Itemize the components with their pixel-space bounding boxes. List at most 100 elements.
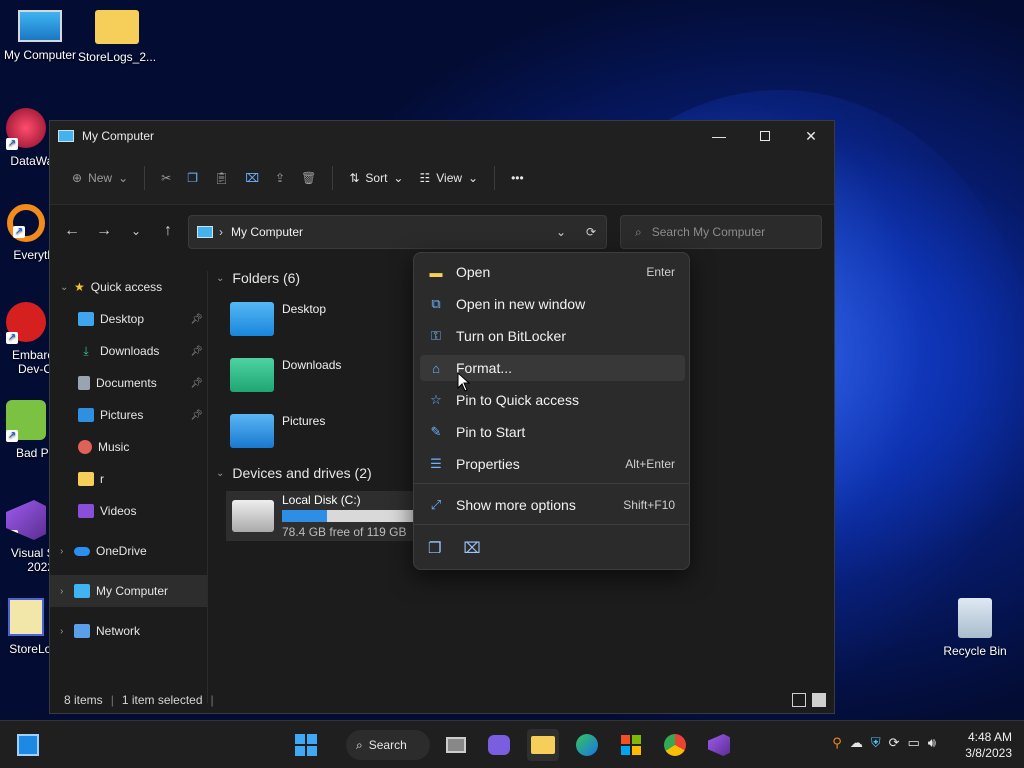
refresh-button[interactable]: ⟳ bbox=[586, 225, 596, 239]
store-icon bbox=[621, 735, 641, 755]
menu-item-open-new-window[interactable]: ⧉ Open in new window bbox=[420, 291, 685, 317]
window-title: My Computer bbox=[82, 129, 155, 143]
recent-locations-button[interactable]: ⌄ bbox=[120, 224, 152, 238]
store-taskbar-button[interactable] bbox=[615, 729, 647, 761]
folder-tile-pictures[interactable]: Pictures bbox=[230, 414, 325, 448]
chat-icon bbox=[488, 735, 510, 755]
edge-taskbar-button[interactable] bbox=[571, 729, 603, 761]
maximize-button[interactable] bbox=[742, 121, 788, 151]
sidebar-item-videos[interactable]: Videos bbox=[50, 495, 207, 527]
sidebar-item-documents[interactable]: Documents 📌︎ bbox=[50, 367, 207, 399]
navigation-pane: ⌄ ★ Quick access Desktop 📌︎ ⤓ Downloads … bbox=[50, 271, 208, 703]
folder-label: Downloads bbox=[282, 358, 342, 372]
download-icon: ⤓ bbox=[83, 344, 89, 358]
menu-item-shortcut: Alt+Enter bbox=[625, 457, 675, 471]
menu-item-label: Turn on BitLocker bbox=[456, 328, 566, 344]
rename-icon[interactable]: ⌧ bbox=[463, 539, 480, 557]
file-explorer-taskbar-button[interactable] bbox=[527, 729, 559, 761]
breadcrumb[interactable]: My Computer bbox=[231, 225, 303, 239]
teams-chat-button[interactable] bbox=[483, 729, 515, 761]
view-button[interactable]: ☷ View ⌄ bbox=[411, 162, 486, 194]
pin-icon: 📌︎ bbox=[190, 313, 203, 325]
see-more-button[interactable]: ••• bbox=[503, 162, 532, 194]
taskbar-search-button[interactable]: ⌕ Search bbox=[346, 730, 430, 760]
desktop-folder-icon bbox=[78, 312, 94, 326]
security-shield-icon[interactable]: ⛨ bbox=[871, 735, 881, 751]
menu-divider bbox=[414, 483, 689, 484]
videos-icon bbox=[78, 504, 94, 518]
sync-icon[interactable]: ⟳ bbox=[889, 735, 900, 751]
menu-item-properties[interactable]: ☰ Properties Alt+Enter bbox=[420, 451, 685, 477]
sidebar-item-desktop[interactable]: Desktop 📌︎ bbox=[50, 303, 207, 335]
sidebar-item-pictures[interactable]: Pictures 📌︎ bbox=[50, 399, 207, 431]
toolbar-divider bbox=[494, 165, 496, 190]
widgets-icon bbox=[17, 734, 39, 756]
network-icon[interactable]: ▭ bbox=[908, 735, 920, 751]
chrome-taskbar-button[interactable] bbox=[659, 729, 691, 761]
trash-icon: 🗑︎ bbox=[301, 170, 317, 185]
copy-button[interactable]: ❐ bbox=[179, 162, 206, 194]
drive-tile-local-disk[interactable]: Local Disk (C:) 78.4 GB free of 119 GB bbox=[226, 491, 416, 541]
folder-tile-desktop[interactable]: Desktop bbox=[230, 302, 326, 336]
desktop-icon-my-computer[interactable]: My Computer bbox=[0, 10, 80, 62]
folder-tile-downloads[interactable]: Downloads bbox=[230, 358, 341, 392]
sidebar-item-onedrive[interactable]: › OneDrive bbox=[50, 535, 207, 567]
desktop-icon-storelogs[interactable]: StoreLogs_2... bbox=[77, 10, 157, 64]
widgets-button[interactable] bbox=[12, 729, 44, 761]
sidebar-item-network[interactable]: › Network bbox=[50, 615, 207, 647]
minimize-button[interactable]: — bbox=[696, 121, 742, 151]
task-view-button[interactable] bbox=[440, 729, 472, 761]
menu-item-bitlocker[interactable]: ⚿ Turn on BitLocker bbox=[420, 323, 685, 349]
drives-group-header[interactable]: ⌄ Devices and drives (2) bbox=[216, 465, 372, 481]
folders-group-header[interactable]: ⌄ Folders (6) bbox=[216, 270, 300, 286]
volume-icon[interactable]: 🔊︎ bbox=[928, 735, 936, 751]
delete-button[interactable]: 🗑︎ bbox=[293, 162, 324, 194]
search-input[interactable]: ⌕ Search My Computer bbox=[620, 215, 822, 249]
shortcut-arrow-icon: ↗ bbox=[6, 332, 18, 344]
new-button[interactable]: ⊕ New ⌄ bbox=[64, 162, 136, 194]
paste-button[interactable]: 📋︎ bbox=[206, 162, 237, 194]
sort-button[interactable]: ⇅ Sort ⌄ bbox=[341, 162, 411, 194]
cursor-arrow-icon bbox=[457, 372, 471, 392]
share-button[interactable]: ⇪ bbox=[267, 162, 293, 194]
search-tray-icon[interactable]: ⚲ bbox=[832, 735, 842, 751]
copy-icon[interactable]: ❐ bbox=[428, 539, 441, 557]
menu-item-open[interactable]: ▬ Open Enter bbox=[420, 259, 685, 285]
close-button[interactable]: ✕ bbox=[788, 121, 834, 151]
menu-item-pin-start[interactable]: ✎ Pin to Start bbox=[420, 419, 685, 445]
start-button[interactable] bbox=[290, 729, 322, 761]
cut-button[interactable]: ✂ bbox=[153, 162, 179, 194]
sidebar-item-music[interactable]: Music bbox=[50, 431, 207, 463]
sidebar-item-r[interactable]: r bbox=[50, 463, 207, 495]
title-bar[interactable]: My Computer — ✕ bbox=[50, 121, 834, 151]
breadcrumb-separator-icon: › bbox=[219, 225, 223, 239]
status-divider: | bbox=[210, 693, 214, 707]
cloud-offline-icon[interactable]: ☁ bbox=[850, 735, 863, 751]
clock[interactable]: 4:48 AM 3/8/2023 bbox=[965, 729, 1012, 761]
scissors-icon: ✂ bbox=[161, 170, 172, 185]
command-bar: ⊕ New ⌄ ✂ ❐ 📋︎ ⌧ ⇪ 🗑︎ ⇅ Sort ⌄ ☷ View ⌄ … bbox=[50, 151, 834, 205]
sidebar-item-quick-access[interactable]: ⌄ ★ Quick access bbox=[50, 271, 207, 303]
rename-button[interactable]: ⌧ bbox=[237, 162, 267, 194]
menu-item-label: Open bbox=[456, 264, 491, 280]
folder-icon bbox=[78, 472, 94, 486]
chevron-right-icon: › bbox=[60, 545, 64, 557]
maximize-icon bbox=[760, 131, 770, 141]
back-button[interactable]: ← bbox=[56, 222, 88, 240]
search-placeholder: Search My Computer bbox=[651, 225, 766, 239]
key-icon: ⚿ bbox=[431, 328, 441, 343]
up-button[interactable]: ↑ bbox=[152, 222, 184, 240]
sidebar-item-downloads[interactable]: ⤓ Downloads 📌︎ bbox=[50, 335, 207, 367]
desktop-icon-recycle-bin[interactable]: Recycle Bin bbox=[935, 598, 1015, 658]
details-view-button[interactable] bbox=[792, 693, 806, 707]
address-dropdown-button[interactable]: ⌄ bbox=[556, 225, 566, 239]
visual-studio-taskbar-button[interactable] bbox=[703, 729, 735, 761]
toolbar-divider bbox=[332, 165, 334, 190]
large-icons-view-button[interactable] bbox=[812, 693, 826, 707]
sidebar-item-my-computer[interactable]: › My Computer bbox=[50, 575, 207, 607]
address-bar[interactable]: › My Computer ⌄ ⟳ bbox=[188, 215, 607, 249]
chevron-down-icon: ⌄ bbox=[60, 281, 69, 293]
network-icon bbox=[74, 624, 90, 638]
forward-button[interactable]: → bbox=[88, 222, 120, 240]
menu-item-show-more-options[interactable]: ⤢ Show more options Shift+F10 bbox=[420, 492, 685, 518]
